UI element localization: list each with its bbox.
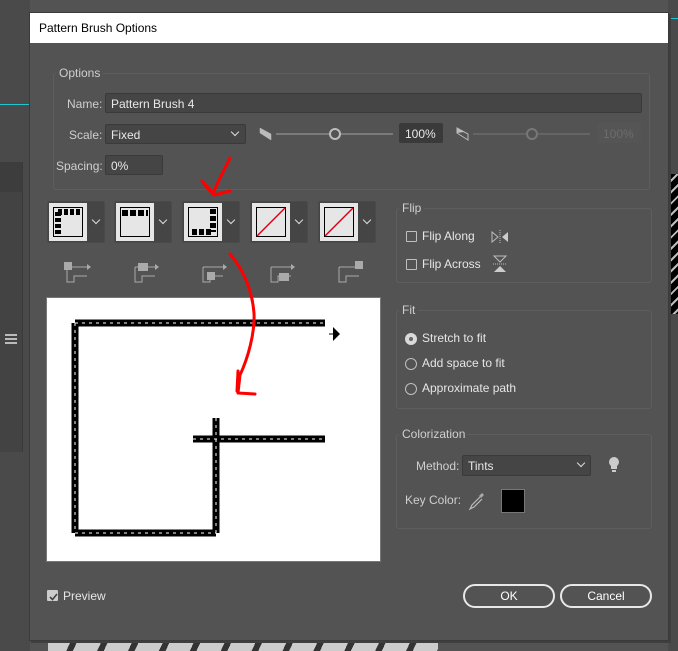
workspace-right	[668, 0, 678, 651]
flip-along-icon	[491, 230, 508, 244]
flip-across-label[interactable]: Flip Across	[422, 257, 481, 271]
guide-line	[0, 104, 30, 105]
ok-button[interactable]: OK	[463, 584, 555, 608]
approximate-path-label[interactable]: Approximate path	[422, 381, 516, 395]
cancel-button[interactable]: Cancel	[560, 584, 652, 608]
add-space-to-fit-label[interactable]: Add space to fit	[422, 356, 505, 370]
flip-legend: Flip	[402, 201, 422, 215]
chevron-down-icon	[576, 458, 586, 468]
add-space-to-fit-radio[interactable]	[405, 358, 417, 370]
colorization-group: Colorization	[396, 427, 652, 529]
pattern-brush-options-dialog: Pattern Brush Options Options Name: Patt…	[29, 12, 669, 641]
side-panel	[0, 162, 23, 452]
checkmark-icon	[49, 593, 58, 601]
flip-across-icon	[492, 255, 508, 272]
stretch-to-fit-label[interactable]: Stretch to fit	[422, 331, 486, 345]
flip-along-label[interactable]: Flip Along	[422, 229, 475, 243]
canvas-artwork	[668, 174, 678, 314]
approximate-path-radio[interactable]	[405, 383, 417, 395]
side-panel-header	[0, 162, 22, 344]
flip-across-checkbox[interactable]	[406, 259, 417, 270]
stretch-to-fit-radio[interactable]	[405, 333, 417, 345]
key-color-label: Key Color:	[405, 493, 462, 507]
eyedropper-icon[interactable]	[468, 491, 486, 511]
flip-along-checkbox[interactable]	[406, 231, 417, 242]
preview-checkbox[interactable]	[47, 590, 58, 601]
method-label: Method:	[416, 459, 460, 473]
guide-line	[668, 18, 678, 19]
key-color-swatch[interactable]	[501, 489, 525, 513]
method-select[interactable]: Tints	[462, 455, 591, 476]
colorization-legend: Colorization	[402, 427, 466, 441]
preview-label[interactable]: Preview	[63, 589, 106, 603]
menu-icon[interactable]	[5, 334, 17, 344]
fit-legend: Fit	[402, 303, 416, 317]
tips-lightbulb-icon[interactable]	[608, 456, 620, 474]
method-value: Tints	[468, 459, 494, 473]
